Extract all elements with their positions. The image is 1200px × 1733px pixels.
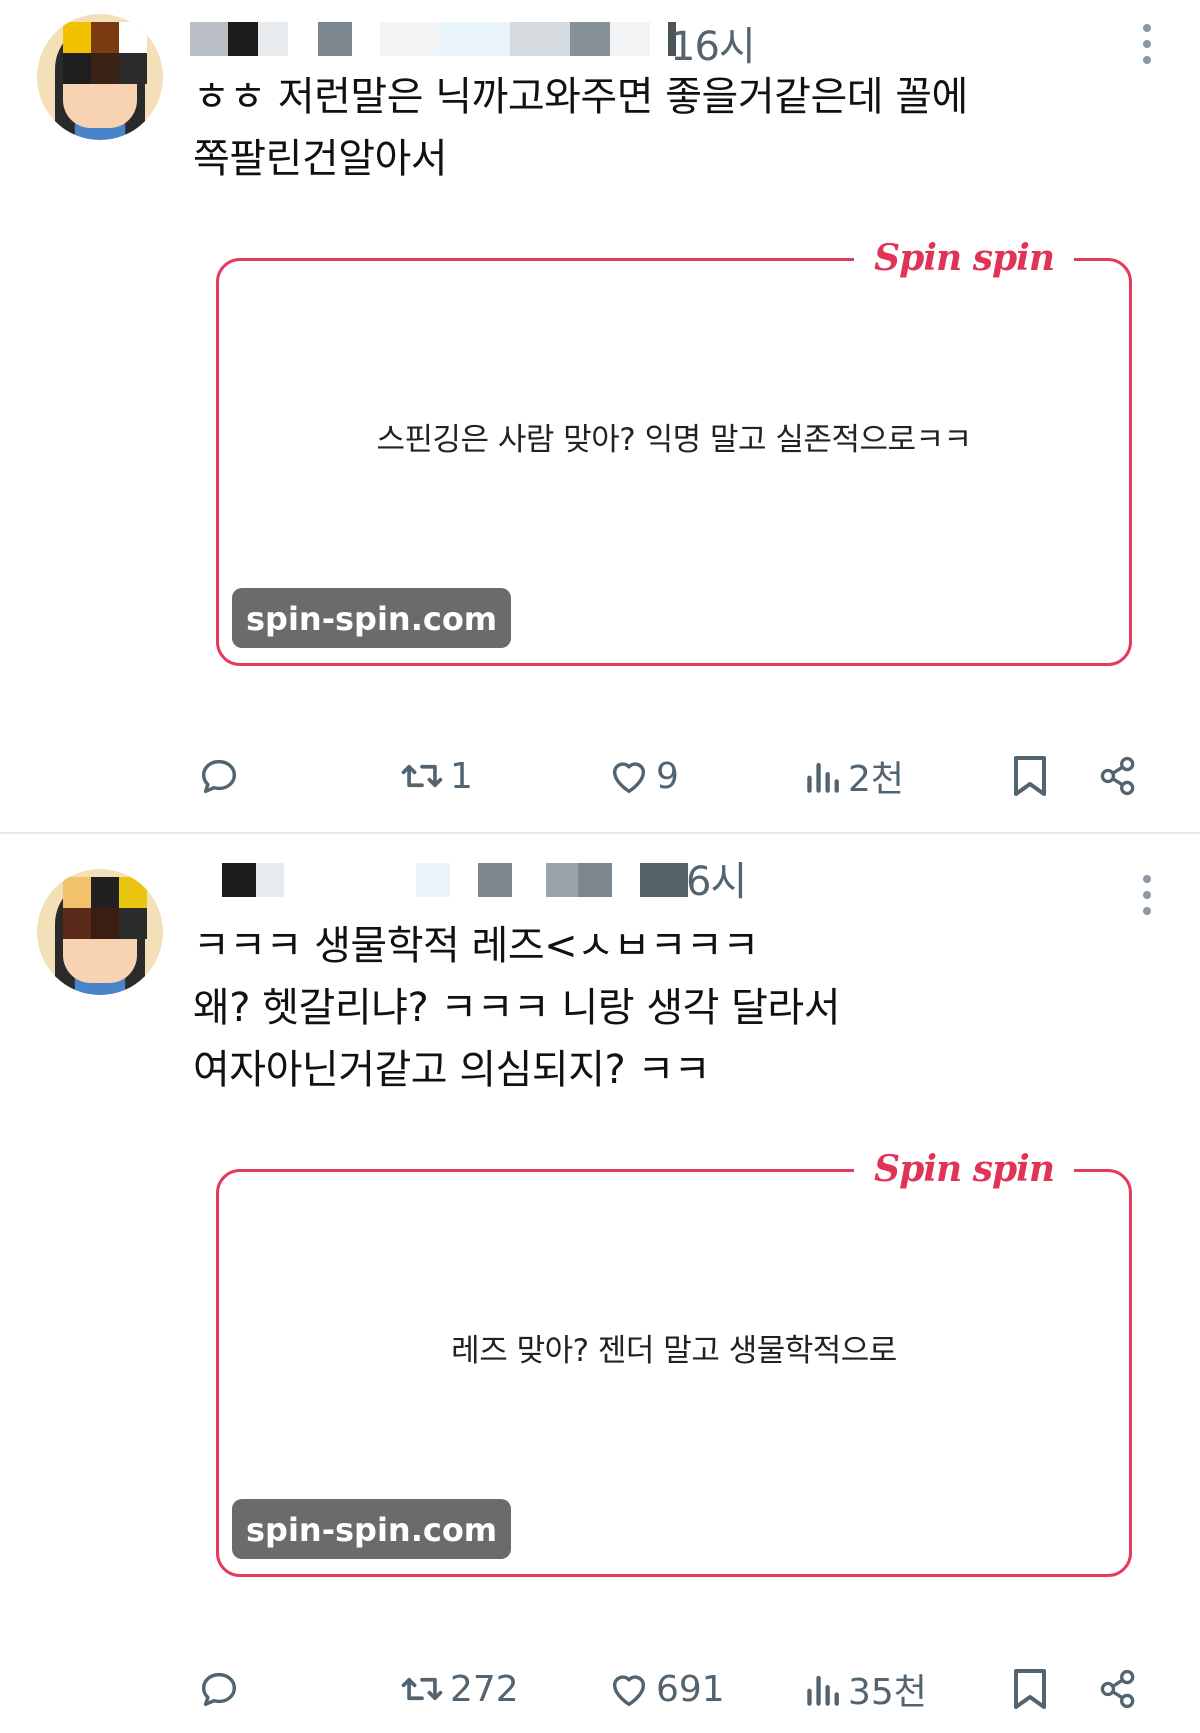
share-icon <box>1100 1669 1135 1709</box>
card-url[interactable]: spin-spin.com <box>232 1499 512 1559</box>
reply-icon <box>201 759 237 794</box>
tweet-text: ㅋㅋㅋ 생물학적 레즈<ㅅㅂㅋㅋㅋ 왜? 헷갈리냐? ㅋㅋㅋ 니랑 생각 달라서… <box>193 923 841 1093</box>
retweet-count: 272 <box>450 1668 519 1710</box>
views-count: 2천 <box>848 759 905 800</box>
like-count: 9 <box>656 755 679 797</box>
reply-button[interactable] <box>196 746 242 806</box>
retweet-count: 1 <box>450 755 473 797</box>
reply-button[interactable] <box>196 1659 242 1719</box>
bookmark-icon <box>1014 756 1046 796</box>
views-button[interactable]: 2천 <box>804 746 904 806</box>
retweet-button[interactable]: 272 <box>398 1659 519 1719</box>
post-time[interactable]: 6시 <box>686 849 747 907</box>
bookmark-button[interactable] <box>1010 746 1050 806</box>
views-count: 35천 <box>848 1672 927 1713</box>
more-icon[interactable] <box>1142 875 1152 915</box>
author-name-redacted[interactable]: 6시 <box>190 851 990 905</box>
author-name-redacted[interactable]: 16시 <box>190 10 990 70</box>
more-icon[interactable] <box>1142 24 1152 64</box>
avatar[interactable] <box>37 14 163 140</box>
avatar[interactable] <box>37 869 163 995</box>
like-button[interactable]: 9 <box>606 746 679 806</box>
bookmark-button[interactable] <box>1010 1659 1050 1719</box>
retweet-icon <box>401 1677 443 1701</box>
brand-logo: Spin spin <box>854 230 1074 286</box>
link-card[interactable]: Spin spin 스핀깅은 사람 맞아? 익명 말고 실존적으로ㅋㅋ spin… <box>216 218 1140 666</box>
tweet[interactable]: 16시 ㅎㅎ 저런말은 닉까고와주면 좋을거같은데 꼴에 쪽팔린건알아서 Spi… <box>0 0 1200 833</box>
reply-icon <box>201 1672 237 1707</box>
share-icon <box>1100 756 1135 796</box>
brand-logo: Spin spin <box>854 1141 1074 1197</box>
card-question: 레즈 맞아? 젠더 말고 생물학적으로 <box>451 1333 897 1369</box>
post-time[interactable]: 16시 <box>670 14 756 72</box>
share-button[interactable] <box>1096 746 1140 806</box>
retweet-button[interactable]: 1 <box>398 746 473 806</box>
like-icon <box>612 762 646 794</box>
like-icon <box>612 1675 646 1707</box>
views-icon <box>807 762 839 793</box>
share-button[interactable] <box>1096 1659 1140 1719</box>
retweet-icon <box>401 764 443 788</box>
like-count: 691 <box>656 1668 725 1710</box>
action-bar: 1 9 2천 <box>0 746 1200 806</box>
link-card[interactable]: Spin spin 레즈 맞아? 젠더 말고 생물학적으로 spin-spin.… <box>216 1129 1140 1577</box>
like-button[interactable]: 691 <box>606 1659 725 1719</box>
tweet[interactable]: 6시 ㅋㅋㅋ 생물학적 레즈<ㅅㅂㅋㅋㅋ 왜? 헷갈리냐? ㅋㅋㅋ 니랑 생각 … <box>0 833 1200 1733</box>
card-url[interactable]: spin-spin.com <box>232 588 512 648</box>
views-button[interactable]: 35천 <box>804 1659 927 1719</box>
card-question: 스핀깅은 사람 맞아? 익명 말고 실존적으로ㅋㅋ <box>376 422 972 458</box>
tweet-text: ㅎㅎ 저런말은 닉까고와주면 좋을거같은데 꼴에 쪽팔린건알아서 <box>193 74 968 182</box>
bookmark-icon <box>1014 1669 1046 1709</box>
views-icon <box>807 1675 839 1706</box>
action-bar: 272 691 35천 <box>0 1659 1200 1719</box>
